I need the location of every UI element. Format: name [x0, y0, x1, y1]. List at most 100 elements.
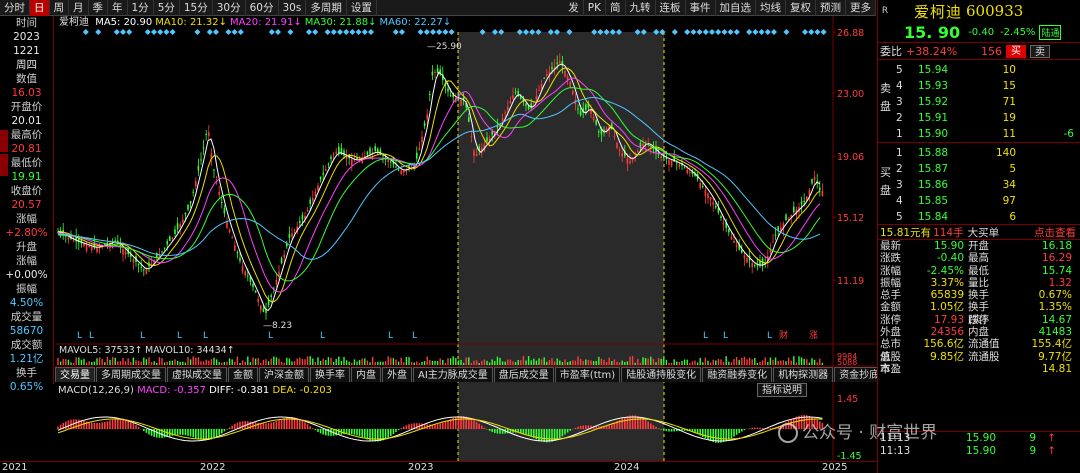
period-tab[interactable]: 季: [89, 0, 109, 16]
stock-title: R 爱柯迪 600933: [878, 0, 1080, 22]
info-field: 升盘: [0, 240, 53, 254]
period-tab[interactable]: 设置: [347, 0, 377, 16]
tool-button[interactable]: PK: [584, 0, 606, 16]
stat-row: 振幅 3.37% 量比 1.32: [878, 277, 1080, 289]
indicator-tab[interactable]: 多周期成交量: [96, 367, 166, 382]
volume-bar: [278, 359, 279, 365]
left-tab[interactable]: [0, 130, 8, 152]
indicator-tab[interactable]: 机构探测器: [773, 367, 833, 382]
order-book-level[interactable]: 4 15.93 15: [878, 78, 1080, 94]
indicator-help-button[interactable]: 指标说明: [757, 383, 807, 397]
volume-bar: [294, 361, 295, 365]
period-tab[interactable]: 周: [50, 0, 70, 16]
macd-bar: [198, 429, 200, 439]
order-book-level[interactable]: 3 15.92 71: [878, 94, 1080, 110]
order-book-level[interactable]: 1 15.88 140: [878, 145, 1080, 161]
tool-button[interactable]: 均线: [756, 0, 786, 16]
volume-bar: [107, 357, 108, 365]
level-price: 15.92: [898, 94, 958, 110]
period-tab[interactable]: 15分: [180, 0, 213, 16]
tool-button[interactable]: 简: [606, 0, 626, 16]
volume-bar: [437, 361, 438, 365]
order-book-level[interactable]: 5 15.84 6: [878, 209, 1080, 225]
period-tab[interactable]: 分时: [0, 0, 30, 16]
tool-button[interactable]: 发: [564, 0, 584, 16]
candle-body: [276, 280, 278, 285]
macd-bar: [114, 419, 116, 429]
tool-button[interactable]: 加自选: [716, 0, 757, 16]
ma10-line: [58, 68, 820, 302]
left-tab[interactable]: [0, 154, 8, 176]
price-axis-label: 15.12: [837, 213, 864, 224]
big-order-link[interactable]: 点击查看: [1034, 225, 1080, 239]
volume-bar: [133, 358, 134, 365]
order-book-level[interactable]: 5 15.94 10: [878, 62, 1080, 78]
candle-body: [811, 179, 813, 184]
order-book-level[interactable]: 2 15.91 19: [878, 110, 1080, 126]
order-book-level[interactable]: 3 15.86 34: [878, 177, 1080, 193]
indicator-tab[interactable]: 交易量: [55, 367, 95, 382]
period-tab[interactable]: 日: [30, 0, 50, 16]
volume-bar: [187, 357, 188, 365]
indicator-tab[interactable]: 盘后成交量: [494, 367, 554, 382]
indicator-tab[interactable]: 融资融券变化: [702, 367, 772, 382]
volume-bar: [401, 358, 402, 365]
macd-dea: DEA: -0.203: [272, 385, 331, 396]
macd-bar: [179, 429, 181, 435]
candle-body: [699, 183, 701, 189]
period-tab[interactable]: 30s: [279, 0, 307, 16]
info-field: 振幅: [0, 282, 53, 296]
period-tab[interactable]: 30分: [213, 0, 246, 16]
indicator-tab[interactable]: 陆股通持股变化: [621, 367, 701, 382]
candle-body: [551, 67, 553, 69]
period-tab[interactable]: 多周期: [306, 0, 347, 16]
volume-bar: [76, 357, 77, 365]
volume-bar: [536, 361, 537, 365]
volume-bar: [700, 358, 701, 365]
indicator-tab[interactable]: 沪深金额: [259, 367, 309, 382]
indicator-tab[interactable]: 金额: [228, 367, 258, 382]
period-tab[interactable]: 年: [108, 0, 128, 16]
volume-bar: [148, 357, 149, 365]
level-volume: 71: [958, 94, 1016, 110]
macd-bar: [94, 423, 96, 429]
macd-bar: [307, 424, 309, 429]
volume-bar: [577, 356, 578, 365]
info-field: 时间: [0, 16, 53, 30]
candle-body: [707, 193, 709, 198]
indicator-tab[interactable]: 市盈率(ttm): [555, 367, 620, 382]
indicator-tab[interactable]: 虚拟成交量: [167, 367, 227, 382]
tool-button[interactable]: 预测: [816, 0, 846, 16]
tool-button[interactable]: 连板: [656, 0, 686, 16]
period-tab[interactable]: 5分: [154, 0, 180, 16]
volume-bar: [806, 359, 807, 365]
period-tab[interactable]: 月: [69, 0, 89, 16]
buy-button[interactable]: 买: [1006, 45, 1026, 58]
period-tab[interactable]: 60分: [246, 0, 279, 16]
tool-button[interactable]: 九转: [626, 0, 656, 16]
indicator-tab[interactable]: AI主力脉成交量: [413, 367, 493, 382]
sell-button[interactable]: 卖: [1030, 45, 1050, 58]
stat-value: [910, 363, 964, 375]
candle-body: [299, 221, 301, 223]
volume-bar: [681, 361, 682, 365]
tool-button[interactable]: 复权: [786, 0, 816, 16]
volume-bar: [193, 356, 194, 365]
volume-bar: [447, 358, 448, 365]
volume-bar: [57, 358, 58, 365]
indicator-tab[interactable]: 换手率: [310, 367, 350, 382]
order-book-level[interactable]: 4 15.85 97: [878, 193, 1080, 209]
macd-bar: [320, 429, 322, 433]
order-book-level[interactable]: 2 15.87 5: [878, 161, 1080, 177]
candle-body: [822, 191, 824, 196]
macd-bar: [434, 424, 436, 429]
tool-button[interactable]: 事件: [686, 0, 716, 16]
macd-bar: [143, 429, 145, 431]
indicator-tab[interactable]: 内盘: [351, 367, 381, 382]
order-book-level[interactable]: 1 15.90 11 -6: [878, 126, 1080, 142]
stat-label: 流通股: [964, 351, 1006, 363]
tool-button[interactable]: 更多: [846, 0, 876, 16]
indicator-tab[interactable]: 外盘: [382, 367, 412, 382]
period-tab[interactable]: 1分: [128, 0, 154, 16]
big-order-bar[interactable]: 15.81元有 114手 大买单 点击查看: [878, 224, 1080, 240]
